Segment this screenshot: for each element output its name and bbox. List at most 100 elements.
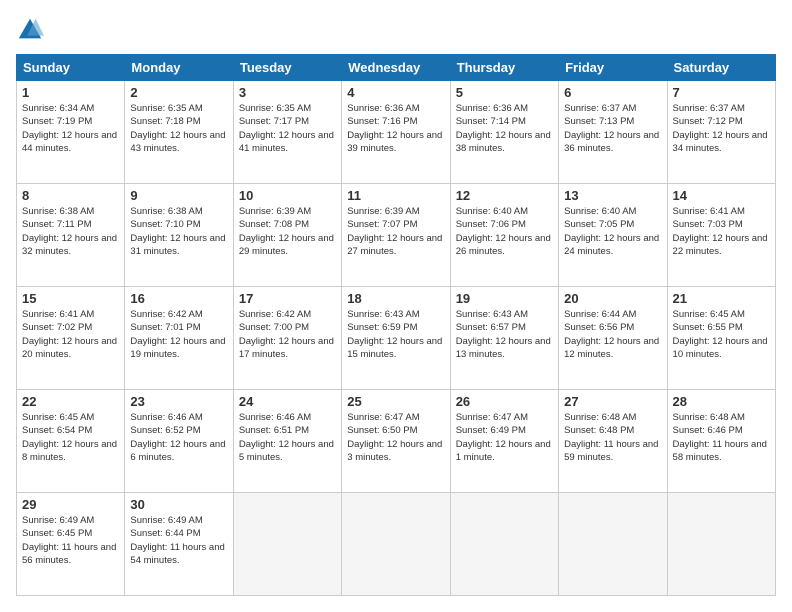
day-number: 30 bbox=[130, 497, 227, 512]
day-number: 6 bbox=[564, 85, 661, 100]
calendar-day: 25 Sunrise: 6:47 AM Sunset: 6:50 PM Dayli… bbox=[342, 390, 450, 493]
day-detail: Sunrise: 6:42 AM Sunset: 7:01 PM Dayligh… bbox=[130, 308, 227, 361]
day-number: 28 bbox=[673, 394, 770, 409]
day-detail: Sunrise: 6:40 AM Sunset: 7:05 PM Dayligh… bbox=[564, 205, 661, 258]
day-detail: Sunrise: 6:38 AM Sunset: 7:10 PM Dayligh… bbox=[130, 205, 227, 258]
day-detail: Sunrise: 6:42 AM Sunset: 7:00 PM Dayligh… bbox=[239, 308, 336, 361]
day-detail: Sunrise: 6:35 AM Sunset: 7:18 PM Dayligh… bbox=[130, 102, 227, 155]
weekday-header-cell: Thursday bbox=[450, 55, 558, 81]
calendar-week: 22 Sunrise: 6:45 AM Sunset: 6:54 PM Dayli… bbox=[17, 390, 776, 493]
day-number: 27 bbox=[564, 394, 661, 409]
day-number: 3 bbox=[239, 85, 336, 100]
calendar-day: 4 Sunrise: 6:36 AM Sunset: 7:16 PM Daylig… bbox=[342, 81, 450, 184]
header bbox=[16, 16, 776, 44]
day-detail: Sunrise: 6:49 AM Sunset: 6:44 PM Dayligh… bbox=[130, 514, 227, 567]
calendar-week: 1 Sunrise: 6:34 AM Sunset: 7:19 PM Daylig… bbox=[17, 81, 776, 184]
day-number: 22 bbox=[22, 394, 119, 409]
calendar-day: 22 Sunrise: 6:45 AM Sunset: 6:54 PM Dayli… bbox=[17, 390, 125, 493]
calendar-day: 5 Sunrise: 6:36 AM Sunset: 7:14 PM Daylig… bbox=[450, 81, 558, 184]
day-number: 14 bbox=[673, 188, 770, 203]
day-number: 23 bbox=[130, 394, 227, 409]
day-detail: Sunrise: 6:36 AM Sunset: 7:14 PM Dayligh… bbox=[456, 102, 553, 155]
calendar-day: 2Sunrise: 6:35 AM Sunset: 7:18 PM Daylig… bbox=[125, 81, 233, 184]
weekday-header: SundayMondayTuesdayWednesdayThursdayFrid… bbox=[17, 55, 776, 81]
day-detail: Sunrise: 6:46 AM Sunset: 6:51 PM Dayligh… bbox=[239, 411, 336, 464]
day-number: 20 bbox=[564, 291, 661, 306]
calendar-day: 19Sunrise: 6:43 AM Sunset: 6:57 PM Dayli… bbox=[450, 287, 558, 390]
logo bbox=[16, 16, 48, 44]
day-number: 15 bbox=[22, 291, 119, 306]
day-number: 13 bbox=[564, 188, 661, 203]
calendar-day: 24 Sunrise: 6:46 AM Sunset: 6:51 PM Dayli… bbox=[233, 390, 341, 493]
calendar-day: 17 Sunrise: 6:42 AM Sunset: 7:00 PM Dayli… bbox=[233, 287, 341, 390]
day-detail: Sunrise: 6:45 AM Sunset: 6:54 PM Dayligh… bbox=[22, 411, 119, 464]
calendar-day bbox=[667, 493, 775, 596]
day-detail: Sunrise: 6:47 AM Sunset: 6:50 PM Dayligh… bbox=[347, 411, 444, 464]
calendar-day: 18 Sunrise: 6:43 AM Sunset: 6:59 PM Dayli… bbox=[342, 287, 450, 390]
calendar-day: 28 Sunrise: 6:48 AM Sunset: 6:46 PM Dayli… bbox=[667, 390, 775, 493]
calendar-day: 30 Sunrise: 6:49 AM Sunset: 6:44 PM Dayli… bbox=[125, 493, 233, 596]
calendar-day: 14 Sunrise: 6:41 AM Sunset: 7:03 PM Dayli… bbox=[667, 184, 775, 287]
logo-icon bbox=[16, 16, 44, 44]
day-detail: Sunrise: 6:38 AM Sunset: 7:11 PM Dayligh… bbox=[22, 205, 119, 258]
calendar-day bbox=[450, 493, 558, 596]
day-number: 29 bbox=[22, 497, 119, 512]
day-number: 17 bbox=[239, 291, 336, 306]
weekday-header-cell: Friday bbox=[559, 55, 667, 81]
day-number: 11 bbox=[347, 188, 444, 203]
day-detail: Sunrise: 6:41 AM Sunset: 7:02 PM Dayligh… bbox=[22, 308, 119, 361]
page: SundayMondayTuesdayWednesdayThursdayFrid… bbox=[0, 0, 792, 612]
calendar-body: 1 Sunrise: 6:34 AM Sunset: 7:19 PM Daylig… bbox=[17, 81, 776, 596]
calendar-week: 15 Sunrise: 6:41 AM Sunset: 7:02 PM Dayli… bbox=[17, 287, 776, 390]
calendar-day: 9Sunrise: 6:38 AM Sunset: 7:10 PM Daylig… bbox=[125, 184, 233, 287]
day-detail: Sunrise: 6:48 AM Sunset: 6:46 PM Dayligh… bbox=[673, 411, 770, 464]
calendar-day: 10 Sunrise: 6:39 AM Sunset: 7:08 PM Dayli… bbox=[233, 184, 341, 287]
calendar-day: 23 Sunrise: 6:46 AM Sunset: 6:52 PM Dayli… bbox=[125, 390, 233, 493]
calendar-day bbox=[342, 493, 450, 596]
day-number: 16 bbox=[130, 291, 227, 306]
day-detail: Sunrise: 6:39 AM Sunset: 7:08 PM Dayligh… bbox=[239, 205, 336, 258]
day-detail: Sunrise: 6:46 AM Sunset: 6:52 PM Dayligh… bbox=[130, 411, 227, 464]
day-detail: Sunrise: 6:45 AM Sunset: 6:55 PM Dayligh… bbox=[673, 308, 770, 361]
day-number: 24 bbox=[239, 394, 336, 409]
calendar-day: 13 Sunrise: 6:40 AM Sunset: 7:05 PM Dayli… bbox=[559, 184, 667, 287]
day-detail: Sunrise: 6:41 AM Sunset: 7:03 PM Dayligh… bbox=[673, 205, 770, 258]
calendar-day: 12Sunrise: 6:40 AM Sunset: 7:06 PM Dayli… bbox=[450, 184, 558, 287]
calendar-day: 6 Sunrise: 6:37 AM Sunset: 7:13 PM Daylig… bbox=[559, 81, 667, 184]
weekday-header-cell: Saturday bbox=[667, 55, 775, 81]
calendar-day: 27 Sunrise: 6:48 AM Sunset: 6:48 PM Dayli… bbox=[559, 390, 667, 493]
calendar-day: 29 Sunrise: 6:49 AM Sunset: 6:45 PM Dayli… bbox=[17, 493, 125, 596]
calendar-week: 8 Sunrise: 6:38 AM Sunset: 7:11 PM Daylig… bbox=[17, 184, 776, 287]
day-detail: Sunrise: 6:35 AM Sunset: 7:17 PM Dayligh… bbox=[239, 102, 336, 155]
day-detail: Sunrise: 6:43 AM Sunset: 6:59 PM Dayligh… bbox=[347, 308, 444, 361]
day-number: 8 bbox=[22, 188, 119, 203]
weekday-header-cell: Sunday bbox=[17, 55, 125, 81]
day-detail: Sunrise: 6:36 AM Sunset: 7:16 PM Dayligh… bbox=[347, 102, 444, 155]
day-number: 10 bbox=[239, 188, 336, 203]
day-detail: Sunrise: 6:34 AM Sunset: 7:19 PM Dayligh… bbox=[22, 102, 119, 155]
day-number: 5 bbox=[456, 85, 553, 100]
weekday-header-cell: Tuesday bbox=[233, 55, 341, 81]
calendar-day: 11Sunrise: 6:39 AM Sunset: 7:07 PM Dayli… bbox=[342, 184, 450, 287]
day-number: 21 bbox=[673, 291, 770, 306]
day-detail: Sunrise: 6:37 AM Sunset: 7:13 PM Dayligh… bbox=[564, 102, 661, 155]
calendar-day bbox=[233, 493, 341, 596]
day-number: 25 bbox=[347, 394, 444, 409]
day-detail: Sunrise: 6:43 AM Sunset: 6:57 PM Dayligh… bbox=[456, 308, 553, 361]
calendar-day: 7Sunrise: 6:37 AM Sunset: 7:12 PM Daylig… bbox=[667, 81, 775, 184]
weekday-header-cell: Monday bbox=[125, 55, 233, 81]
day-detail: Sunrise: 6:37 AM Sunset: 7:12 PM Dayligh… bbox=[673, 102, 770, 155]
calendar: SundayMondayTuesdayWednesdayThursdayFrid… bbox=[16, 54, 776, 596]
calendar-day: 3 Sunrise: 6:35 AM Sunset: 7:17 PM Daylig… bbox=[233, 81, 341, 184]
day-detail: Sunrise: 6:47 AM Sunset: 6:49 PM Dayligh… bbox=[456, 411, 553, 464]
day-detail: Sunrise: 6:49 AM Sunset: 6:45 PM Dayligh… bbox=[22, 514, 119, 567]
day-detail: Sunrise: 6:48 AM Sunset: 6:48 PM Dayligh… bbox=[564, 411, 661, 464]
day-number: 18 bbox=[347, 291, 444, 306]
day-detail: Sunrise: 6:40 AM Sunset: 7:06 PM Dayligh… bbox=[456, 205, 553, 258]
day-number: 4 bbox=[347, 85, 444, 100]
calendar-day bbox=[559, 493, 667, 596]
calendar-day: 1 Sunrise: 6:34 AM Sunset: 7:19 PM Daylig… bbox=[17, 81, 125, 184]
day-number: 26 bbox=[456, 394, 553, 409]
day-number: 1 bbox=[22, 85, 119, 100]
day-detail: Sunrise: 6:44 AM Sunset: 6:56 PM Dayligh… bbox=[564, 308, 661, 361]
